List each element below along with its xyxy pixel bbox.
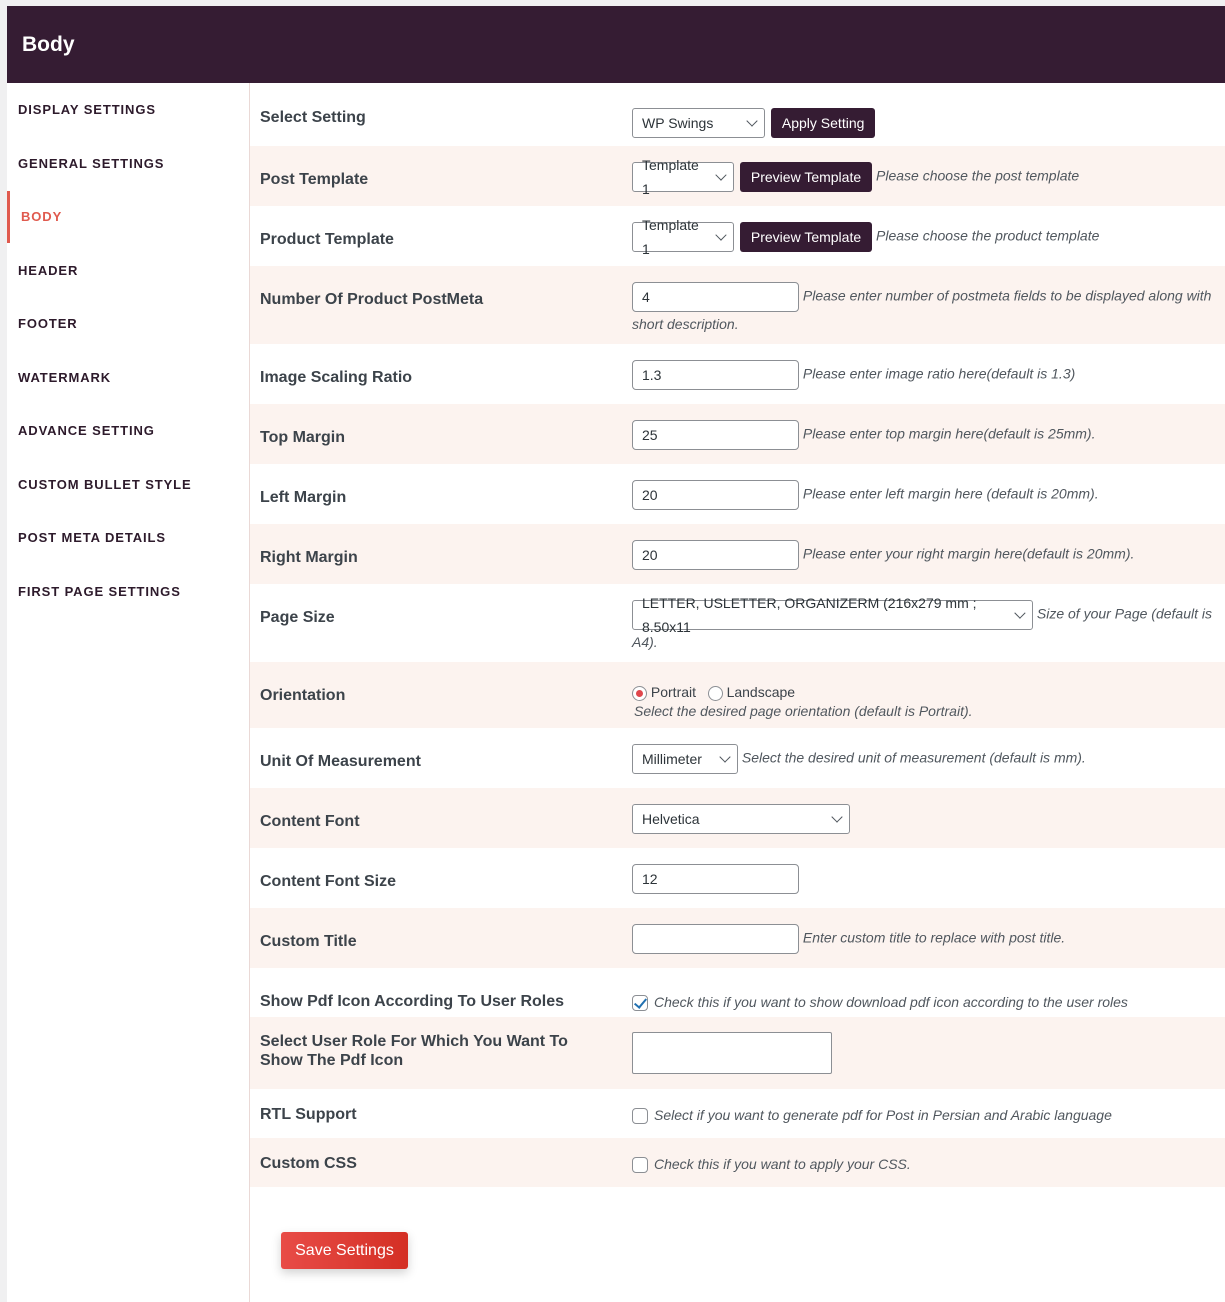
unit-desc: Select the desired unit of measurement (… (741, 749, 1086, 766)
row-orientation: Orientation Portrait Landscape Select th… (250, 662, 1225, 728)
page-size-dropdown[interactable]: LETTER, USLETTER, ORGANIZERM (216x279 mm… (632, 595, 1033, 635)
row-content-font: Content Font Helvetica (250, 788, 1225, 848)
custom-title-input[interactable] (632, 924, 799, 954)
post-template-desc: Please choose the post template (876, 167, 1080, 184)
sidebar-item-header[interactable]: HEADER (7, 244, 249, 298)
label-select-setting: Select Setting (260, 109, 366, 126)
product-template-desc: Please choose the product template (876, 227, 1100, 244)
show-pdf-icon-desc: Check this if you want to show download … (654, 994, 1128, 1010)
left-margin-desc: Please enter left margin here (default i… (802, 485, 1099, 502)
portrait-label: Portrait (650, 684, 697, 700)
user-role-select[interactable] (632, 1032, 832, 1074)
row-custom-title: Custom Title Enter custom title to repla… (250, 908, 1225, 968)
content-font-dropdown[interactable]: Helvetica (632, 804, 850, 834)
row-postmeta: Number Of Product PostMeta 4 Please ente… (250, 266, 1225, 344)
label-content-font-size: Content Font Size (260, 873, 396, 890)
chevron-down-icon (831, 811, 843, 823)
label-unit: Unit Of Measurement (260, 753, 421, 770)
sidebar-item-advance-setting[interactable]: ADVANCE SETTING (7, 404, 249, 458)
rtl-desc: Select if you want to generate pdf for P… (654, 1107, 1112, 1123)
label-rtl: RTL Support (260, 1106, 357, 1123)
preview-product-template-button[interactable]: Preview Template (739, 222, 873, 252)
image-ratio-input[interactable]: 1.3 (632, 360, 799, 390)
row-rtl: RTL Support Select if you want to genera… (250, 1089, 1225, 1138)
portrait-radio[interactable] (632, 685, 647, 701)
label-product-template: Product Template (260, 231, 394, 248)
postmeta-input[interactable]: 4 (632, 282, 799, 312)
product-template-dropdown[interactable]: Template 1 (632, 217, 734, 257)
row-image-ratio: Image Scaling Ratio 1.3 Please enter ima… (250, 344, 1225, 404)
sidebar-item-body[interactable]: BODY (7, 190, 249, 244)
image-ratio-desc: Please enter image ratio here(default is… (802, 365, 1076, 382)
sidebar-item-watermark[interactable]: WATERMARK (7, 351, 249, 405)
label-post-template: Post Template (260, 171, 369, 188)
row-top-margin: Top Margin 25 Please enter top margin he… (250, 404, 1225, 464)
label-left-margin: Left Margin (260, 489, 347, 506)
rtl-checkbox[interactable] (632, 1108, 648, 1125)
row-user-role: Select User Role For Which You Want To S… (250, 1017, 1225, 1089)
page-title: Body (22, 32, 75, 56)
label-custom-title: Custom Title (260, 933, 357, 950)
row-unit: Unit Of Measurement Millimeter Select th… (250, 728, 1225, 788)
row-right-margin: Right Margin 20 Please enter your right … (250, 524, 1225, 584)
landscape-label: Landscape (726, 684, 796, 700)
chevron-down-icon (1014, 607, 1026, 619)
left-margin-input[interactable]: 20 (632, 480, 799, 510)
label-top-margin: Top Margin (260, 429, 346, 446)
label-show-pdf-icon: Show Pdf Icon According To User Roles (260, 993, 565, 1010)
chevron-down-icon (746, 115, 758, 127)
custom-css-desc: Check this if you want to apply your CSS… (654, 1156, 911, 1172)
row-post-template: Post Template Template 1 Preview Templat… (250, 146, 1225, 206)
header-bar: Body (7, 6, 1225, 83)
row-page-size: Page Size LETTER, USLETTER, ORGANIZERM (… (250, 584, 1225, 662)
sidebar-item-post-meta-details[interactable]: POST META DETAILS (7, 511, 249, 565)
sidebar: DISPLAY SETTINGS GENERAL SETTINGS BODY H… (7, 83, 250, 1302)
preview-post-template-button[interactable]: Preview Template (739, 162, 873, 192)
save-settings-button[interactable]: Save Settings (281, 1232, 408, 1269)
label-content-font: Content Font (260, 813, 360, 830)
row-custom-css: Custom CSS Check this if you want to app… (250, 1138, 1225, 1187)
label-page-size: Page Size (260, 609, 335, 626)
landscape-radio[interactable] (707, 685, 723, 701)
select-setting-dropdown[interactable]: WP Swings (632, 108, 765, 138)
sidebar-item-footer[interactable]: FOOTER (7, 297, 249, 351)
right-margin-input[interactable]: 20 (632, 540, 799, 570)
post-template-dropdown[interactable]: Template 1 (632, 157, 734, 197)
row-left-margin: Left Margin 20 Please enter left margin … (250, 464, 1225, 524)
orientation-desc: Select the desired page orientation (def… (634, 703, 973, 719)
label-postmeta: Number Of Product PostMeta (260, 291, 484, 308)
row-select-setting: Select Setting WP Swings Apply Setting (250, 83, 1225, 146)
apply-setting-button[interactable]: Apply Setting (770, 108, 876, 138)
label-image-ratio: Image Scaling Ratio (260, 369, 413, 386)
row-content-font-size: Content Font Size 12 (250, 848, 1225, 908)
chevron-down-icon (715, 169, 727, 181)
sidebar-item-first-page-settings[interactable]: FIRST PAGE SETTINGS (7, 565, 249, 619)
settings-panel: Body DISPLAY SETTINGS GENERAL SETTINGS B… (7, 6, 1225, 1302)
show-pdf-icon-checkbox[interactable] (632, 995, 648, 1012)
custom-css-checkbox[interactable] (632, 1157, 648, 1174)
custom-title-desc: Enter custom title to replace with post … (802, 929, 1066, 946)
sidebar-item-display-settings[interactable]: DISPLAY SETTINGS (7, 83, 249, 137)
row-show-pdf-icon: Show Pdf Icon According To User Roles Ch… (250, 968, 1225, 1017)
unit-dropdown[interactable]: Millimeter (632, 744, 738, 774)
settings-form: Select Setting WP Swings Apply Setting P… (250, 83, 1225, 1302)
row-product-template: Product Template Template 1 Preview Temp… (250, 206, 1225, 266)
label-user-role: Select User Role For Which You Want To S… (260, 1033, 568, 1069)
label-right-margin: Right Margin (260, 549, 358, 566)
sidebar-item-custom-bullet-style[interactable]: CUSTOM BULLET STYLE (7, 458, 249, 512)
right-margin-desc: Please enter your right margin here(defa… (802, 545, 1135, 562)
sidebar-item-general-settings[interactable]: GENERAL SETTINGS (7, 137, 249, 191)
chevron-down-icon (715, 229, 727, 241)
content-font-size-input[interactable]: 12 (632, 864, 799, 894)
top-margin-desc: Please enter top margin here(default is … (802, 425, 1096, 442)
chevron-down-icon (719, 751, 731, 763)
label-orientation: Orientation (260, 687, 346, 704)
top-margin-input[interactable]: 25 (632, 420, 799, 450)
label-custom-css: Custom CSS (260, 1155, 357, 1172)
